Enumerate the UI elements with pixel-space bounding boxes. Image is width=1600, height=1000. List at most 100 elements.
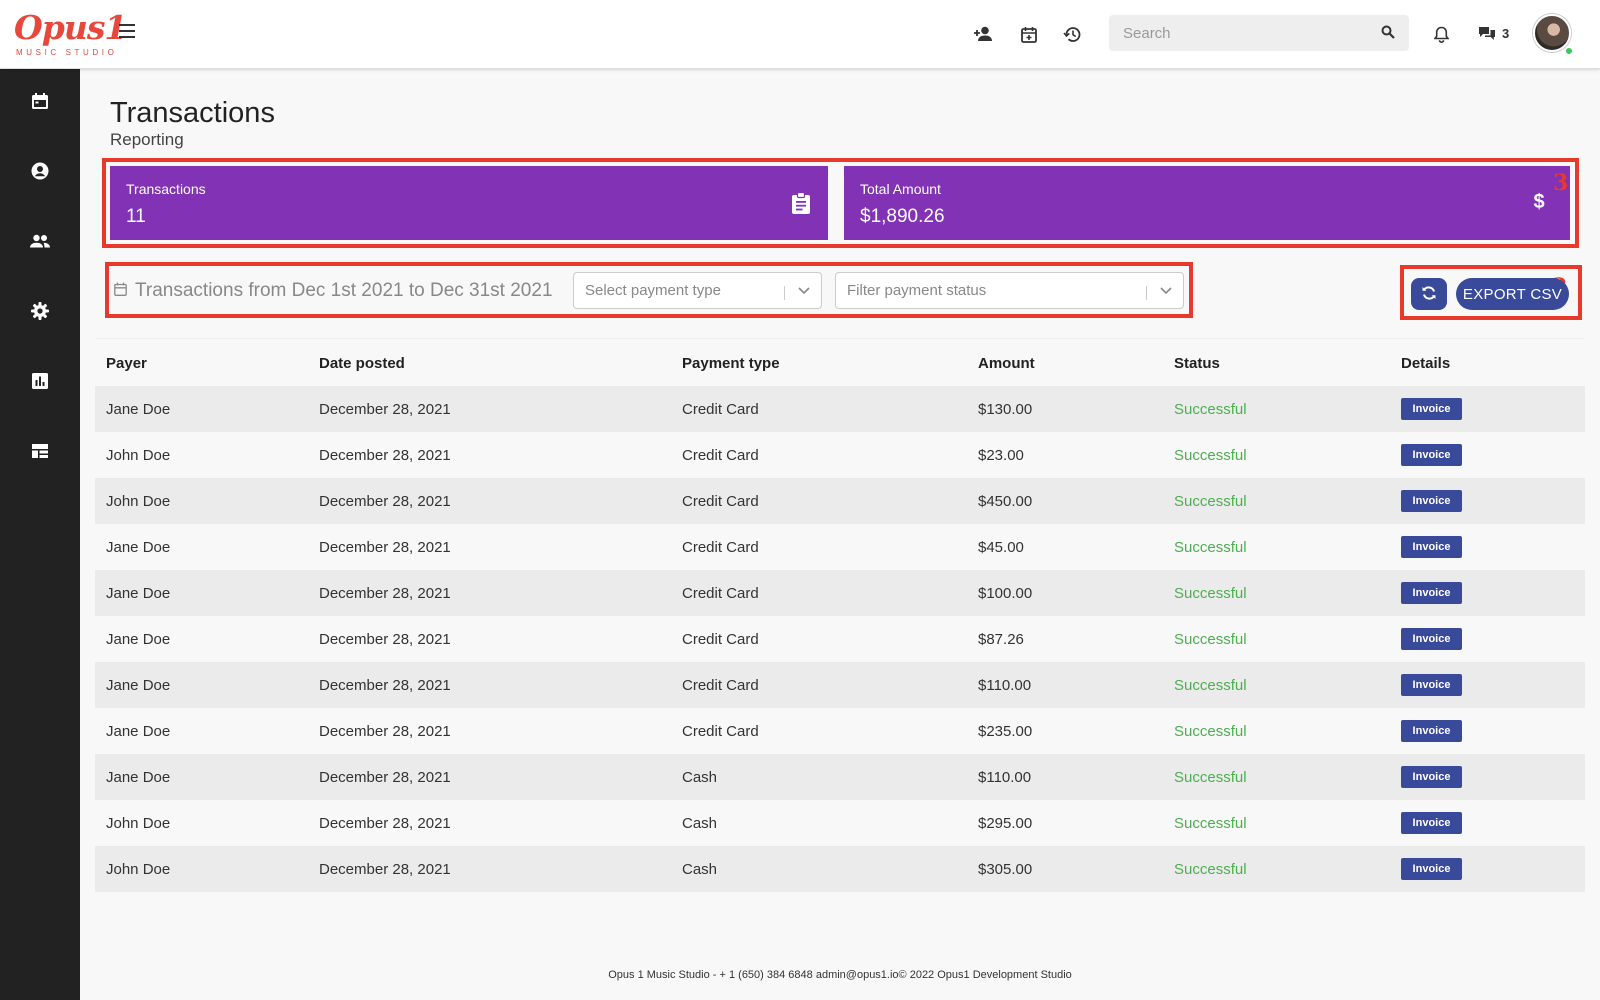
column-header-status[interactable]: Status (1163, 340, 1390, 386)
cell-details: Invoice (1390, 662, 1585, 708)
cell-amount: $130.00 (978, 400, 1033, 418)
cell-amount: $45.00 (978, 538, 1024, 556)
invoice-button[interactable]: Invoice (1401, 398, 1462, 420)
cell-payer: Jane Doe (106, 400, 171, 418)
cell-date: December 28, 2021 (319, 768, 451, 786)
cell-payer: Jane Doe (106, 768, 171, 786)
table-row: John Doe December 28, 2021 Credit Card $… (95, 432, 1585, 478)
page-subtitle: Reporting (110, 130, 184, 149)
cell-details: Invoice (1390, 386, 1585, 432)
cell-date: December 28, 2021 (319, 676, 451, 694)
table-row: Jane Doe December 28, 2021 Credit Card $… (95, 570, 1585, 616)
table-header-row: Payer Date posted Payment type Amount St… (95, 340, 1585, 386)
opus1-logo[interactable]: Opus1 MUSIC STUDIO (14, 9, 127, 61)
column-header-payer[interactable]: Payer (95, 340, 308, 386)
cell-payment-type: Credit Card (682, 446, 759, 464)
cell-payer: John Doe (106, 860, 171, 878)
cell-details: Invoice (1390, 570, 1585, 616)
bell-icon[interactable] (1429, 22, 1453, 46)
sidebar-item-settings[interactable] (0, 293, 80, 333)
chevron-down-icon (1159, 283, 1173, 301)
cell-status: Successful (1174, 630, 1247, 648)
cell-payer: Jane Doe (106, 676, 171, 694)
online-status-dot (1564, 46, 1574, 56)
invoice-button[interactable]: Invoice (1401, 628, 1462, 650)
table-row: John Doe December 28, 2021 Credit Card $… (95, 478, 1585, 524)
invoice-button[interactable]: Invoice (1401, 766, 1462, 788)
cell-payer: John Doe (106, 446, 171, 464)
bar-chart-icon (32, 372, 48, 394)
cell-date: December 28, 2021 (319, 538, 451, 556)
sidebar (0, 69, 80, 1000)
column-header-date[interactable]: Date posted (308, 340, 671, 386)
account-circle-icon (31, 162, 49, 185)
invoice-button[interactable]: Invoice (1401, 812, 1462, 834)
cell-details: Invoice (1390, 846, 1585, 892)
cell-amount: $450.00 (978, 492, 1033, 510)
history-icon[interactable] (1060, 22, 1084, 46)
cell-payment-type: Cash (682, 768, 718, 786)
cell-payment-type: Cash (682, 814, 718, 832)
sidebar-item-calendar[interactable] (0, 83, 80, 123)
invoice-button[interactable]: Invoice (1401, 674, 1462, 696)
refresh-button[interactable] (1411, 278, 1447, 310)
logo-subtitle: MUSIC STUDIO (16, 48, 118, 57)
calendar-icon (31, 92, 49, 115)
cell-status: Successful (1174, 768, 1247, 786)
cell-amount: $295.00 (978, 814, 1033, 832)
divider (95, 338, 1585, 339)
column-header-payment-type[interactable]: Payment type (671, 340, 967, 386)
dashboard-icon (32, 443, 48, 463)
calendar-add-icon[interactable] (1017, 22, 1041, 46)
cell-status: Successful (1174, 538, 1247, 556)
sidebar-item-dashboard[interactable] (0, 433, 80, 473)
cell-status: Successful (1174, 400, 1247, 418)
cell-payment-type: Credit Card (682, 584, 759, 602)
sidebar-item-people[interactable] (0, 223, 80, 263)
cell-amount: $235.00 (978, 722, 1033, 740)
search-box (1109, 15, 1409, 51)
cell-payment-type: Credit Card (682, 492, 759, 510)
cell-details: Invoice (1390, 616, 1585, 662)
calendar-small-icon (114, 282, 127, 301)
cell-payer: John Doe (106, 814, 171, 832)
payment-type-select[interactable]: Select payment type (573, 272, 822, 309)
payment-status-select[interactable]: Filter payment status (835, 272, 1184, 309)
cell-date: December 28, 2021 (319, 492, 451, 510)
date-range-filter[interactable]: Transactions from Dec 1st 2021 to Dec 31… (114, 276, 553, 306)
invoice-button[interactable]: Invoice (1401, 720, 1462, 742)
cell-date: December 28, 2021 (319, 814, 451, 832)
date-range-text: Transactions from Dec 1st 2021 to Dec 31… (135, 280, 553, 301)
table-row: Jane Doe December 28, 2021 Credit Card $… (95, 524, 1585, 570)
transactions-table: Payer Date posted Payment type Amount St… (95, 340, 1585, 892)
cell-status: Successful (1174, 814, 1247, 832)
column-header-details: Details (1401, 354, 1451, 372)
add-user-icon[interactable] (972, 22, 996, 46)
cell-status: Successful (1174, 446, 1247, 464)
invoice-button[interactable]: Invoice (1401, 490, 1462, 512)
cell-date: December 28, 2021 (319, 400, 451, 418)
hamburger-icon[interactable] (119, 24, 135, 38)
search-icon[interactable] (1381, 25, 1395, 44)
invoice-button[interactable]: Invoice (1401, 536, 1462, 558)
cell-details: Invoice (1390, 708, 1585, 754)
chat-icon[interactable] (1475, 22, 1499, 46)
select-separator (1146, 286, 1147, 300)
chevron-down-icon (797, 283, 811, 301)
table-row: Jane Doe December 28, 2021 Credit Card $… (95, 662, 1585, 708)
cell-payer: Jane Doe (106, 584, 171, 602)
invoice-button[interactable]: Invoice (1401, 858, 1462, 880)
table-row: Jane Doe December 28, 2021 Cash $110.00 … (95, 754, 1585, 800)
cell-amount: $110.00 (978, 768, 1032, 786)
search-input[interactable] (1109, 15, 1359, 51)
cell-status: Successful (1174, 860, 1247, 878)
sidebar-item-reports[interactable] (0, 363, 80, 403)
column-header-amount[interactable]: Amount (967, 340, 1163, 386)
cell-amount: $23.00 (978, 446, 1024, 464)
invoice-button[interactable]: Invoice (1401, 582, 1462, 604)
invoice-button[interactable]: Invoice (1401, 444, 1462, 466)
sidebar-item-account[interactable] (0, 153, 80, 193)
cell-payment-type: Credit Card (682, 676, 759, 694)
annotation-label-3: 3 (1553, 170, 1569, 196)
export-csv-button[interactable]: EXPORT CSV (1456, 278, 1569, 310)
